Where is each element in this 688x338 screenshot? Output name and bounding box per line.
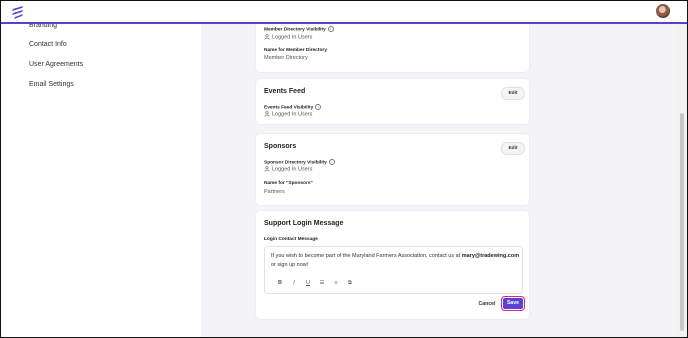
events-feed-visibility-value: Logged In Users: [272, 111, 313, 118]
member-directory-visibility-label: Member Directory Visibility: [264, 27, 326, 33]
user-icon: [264, 34, 270, 40]
numbered-list-icon[interactable]: ≡: [329, 278, 343, 288]
member-directory-visibility-value: Logged In Users: [272, 34, 313, 41]
top-bar: [1, 1, 687, 24]
message-text-after: or sign up now!: [271, 262, 309, 268]
sponsors-name-label: Name for "Sponsors": [264, 181, 313, 186]
events-feed-visibility-label: Events Feed Visibility: [264, 105, 314, 111]
scrollbar-thumb[interactable]: [680, 113, 684, 331]
message-email: mary@tradewing.com: [461, 253, 520, 259]
link-icon[interactable]: ⧉: [343, 278, 357, 288]
underline-icon[interactable]: U: [301, 278, 315, 288]
cancel-button[interactable]: Cancel: [475, 299, 499, 310]
save-button[interactable]: Save: [501, 296, 525, 311]
editor-text[interactable]: If you wish to become part of the Maryla…: [271, 252, 521, 270]
bold-icon[interactable]: B: [273, 278, 287, 288]
message-text-before: If you wish to become part of the Maryla…: [271, 253, 462, 259]
member-directory-name-value: Member Directory: [264, 55, 308, 61]
avatar[interactable]: [656, 4, 670, 18]
member-directory-name-label: Name for Member Directory: [264, 48, 327, 53]
sidebar-item-email-settings[interactable]: Email Settings: [29, 81, 74, 88]
logo-icon[interactable]: [11, 5, 25, 19]
sponsors-title: Sponsors: [264, 143, 297, 150]
sponsors-card: Sponsors Edit Sponsor Directory Visibili…: [256, 134, 529, 205]
sponsors-edit-button[interactable]: Edit: [501, 142, 525, 155]
info-icon: i: [315, 104, 322, 110]
events-feed-edit-button[interactable]: Edit: [501, 87, 525, 100]
user-icon: [264, 111, 270, 117]
sponsor-directory-visibility-value: Logged In Users: [272, 166, 313, 173]
sponsor-directory-visibility-label: Sponsor Directory Visibility: [264, 160, 327, 166]
sidebar-item-contact-info[interactable]: Contact Info: [29, 41, 67, 48]
events-feed-card: Events Feed Edit Events Feed Visibility i…: [256, 79, 529, 124]
support-login-title: Support Login Message: [264, 220, 344, 227]
login-contact-message-editor[interactable]: If you wish to become part of the Maryla…: [264, 246, 523, 294]
editor-toolbar: B I U ☰ ≡ ⧉: [273, 278, 357, 288]
events-feed-title: Events Feed: [264, 88, 306, 95]
info-icon: i: [328, 159, 335, 165]
bullet-list-icon[interactable]: ☰: [315, 278, 329, 288]
user-icon: [264, 166, 270, 172]
member-directory-card: Member Directory Visibility i Logged In U…: [256, 23, 529, 72]
sponsors-name-value: Partners: [264, 189, 285, 195]
info-icon: i: [327, 26, 334, 32]
main-content: Member Directory Visibility i Logged In U…: [201, 23, 677, 337]
sidebar: Branding Contact Info User Agreements Em…: [1, 22, 201, 337]
login-contact-message-label: Login Contact Message: [264, 237, 318, 242]
italic-icon[interactable]: I: [287, 278, 301, 288]
sidebar-item-user-agreements[interactable]: User Agreements: [29, 61, 83, 68]
support-login-card: Support Login Message Login Contact Mess…: [256, 211, 529, 319]
scrollbar[interactable]: [677, 23, 687, 337]
